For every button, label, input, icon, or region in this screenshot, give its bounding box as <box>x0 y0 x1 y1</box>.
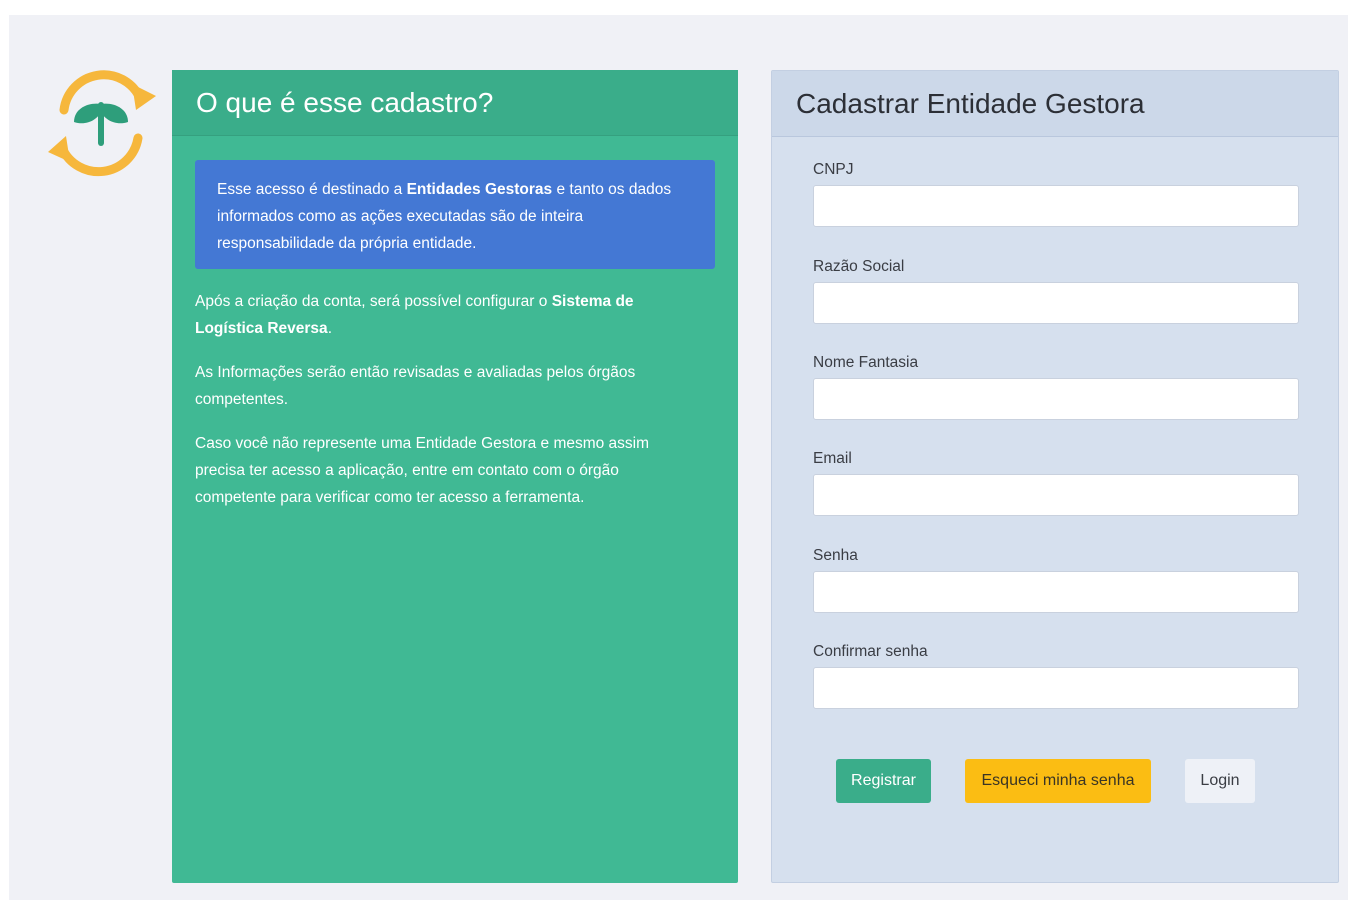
notice-bold: Entidades Gestoras <box>406 181 553 198</box>
nome-fantasia-field-group: Nome Fantasia <box>813 354 1299 420</box>
senha-input[interactable] <box>813 571 1299 613</box>
cnpj-label: CNPJ <box>813 161 854 178</box>
forgot-password-button[interactable]: Esqueci minha senha <box>965 759 1151 803</box>
form-header: Cadastrar Entidade Gestora <box>772 71 1338 137</box>
info-paragraph-2: As Informações serão então revisadas e a… <box>195 364 636 408</box>
email-field-group: Email <box>813 450 1299 516</box>
cnpj-field-group: CNPJ <box>813 161 1299 227</box>
info-paragraph-3: Caso você não represente uma Entidade Ge… <box>195 435 650 506</box>
nome-fantasia-input[interactable] <box>813 378 1299 420</box>
register-button[interactable]: Registrar <box>836 759 931 803</box>
email-label: Email <box>813 450 852 467</box>
razao-social-input[interactable] <box>813 282 1299 324</box>
info-text: Após a criação da conta, será possível c… <box>195 288 695 528</box>
confirmar-senha-field-group: Confirmar senha <box>813 643 1299 709</box>
razao-social-field-group: Razão Social <box>813 258 1299 324</box>
info-paragraph-1: Após a criação da conta, será possível c… <box>195 288 695 342</box>
info-title: O que é esse cadastro? <box>196 86 494 118</box>
form-title: Cadastrar Entidade Gestora <box>796 87 1145 119</box>
confirmar-senha-input[interactable] <box>813 667 1299 709</box>
nome-fantasia-label: Nome Fantasia <box>813 354 919 371</box>
paragraph-1-text-2: . <box>327 320 332 337</box>
recycle-sprout-icon <box>44 66 158 180</box>
cnpj-input[interactable] <box>813 185 1299 227</box>
confirmar-senha-label: Confirmar senha <box>813 643 928 660</box>
senha-label: Senha <box>813 547 858 564</box>
info-header: O que é esse cadastro? <box>172 70 738 136</box>
senha-field-group: Senha <box>813 547 1299 613</box>
email-input[interactable] <box>813 474 1299 516</box>
notice-alert: Esse acesso é destinado a Entidades Gest… <box>195 160 715 269</box>
notice-text-1: Esse acesso é destinado a <box>217 181 407 198</box>
paragraph-1-text-1: Após a criação da conta, será possível c… <box>195 293 552 310</box>
login-button[interactable]: Login <box>1185 759 1255 803</box>
info-panel: O que é esse cadastro? Esse acesso é des… <box>172 70 738 883</box>
registration-form-panel: Cadastrar Entidade Gestora CNPJ Razão So… <box>771 70 1339 883</box>
razao-social-label: Razão Social <box>813 258 905 275</box>
